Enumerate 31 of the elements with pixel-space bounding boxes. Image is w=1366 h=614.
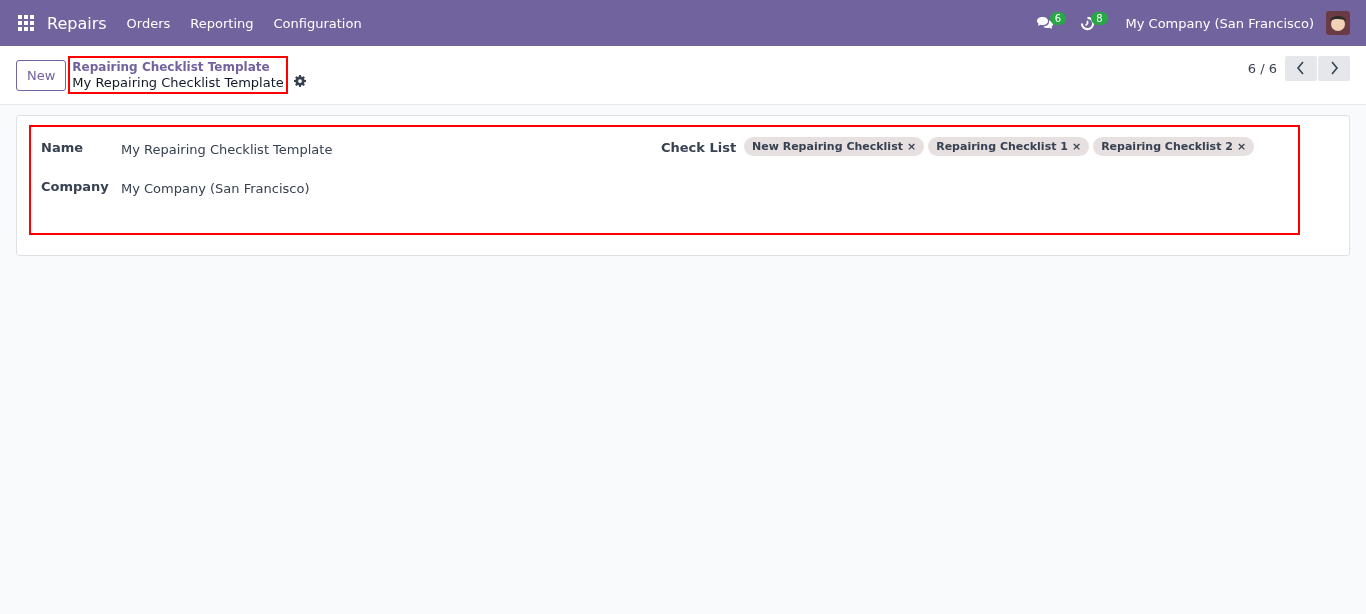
tag-label: New Repairing Checklist [752, 140, 903, 153]
company-switcher[interactable]: My Company (San Francisco) [1125, 15, 1314, 31]
record-title: My Repairing Checklist Template [72, 74, 284, 91]
remove-tag-button[interactable]: × [1236, 140, 1247, 153]
breadcrumb-link[interactable]: Repairing Checklist Template [72, 60, 284, 74]
menu-item[interactable]: Reporting [190, 15, 254, 31]
clock-icon[interactable] [1080, 15, 1096, 31]
tag-label: Repairing Checklist 1 [936, 140, 1068, 153]
remove-tag-button[interactable]: × [906, 140, 917, 153]
pager-value: 6 / 6 [1247, 60, 1277, 76]
menu-item[interactable]: Orders [126, 15, 171, 31]
field-label: Name [41, 139, 84, 155]
settings-icon[interactable] [293, 75, 306, 87]
field-label: Company [41, 178, 110, 194]
app-name-link[interactable]: Repairs [47, 13, 107, 33]
remove-tag-button[interactable]: × [1071, 140, 1082, 153]
activity-count-badge: 8 [1091, 11, 1108, 25]
next-button[interactable] [1318, 55, 1350, 81]
field-label: Check List [661, 139, 738, 155]
chevron-right-icon [1329, 61, 1339, 75]
field-value: My Repairing Checklist Template [121, 141, 333, 157]
menu-item[interactable]: Configuration [273, 15, 362, 31]
app-grid-icon[interactable] [18, 15, 34, 31]
user-avatar[interactable] [1326, 11, 1350, 35]
field-value: My Company (San Francisco) [121, 180, 310, 196]
chat-bubbles-icon[interactable] [1035, 16, 1054, 30]
previous-button[interactable] [1285, 55, 1317, 81]
tag-label: Repairing Checklist 2 [1101, 140, 1233, 153]
new-button[interactable]: New [16, 59, 67, 91]
message-count-badge: 6 [1049, 11, 1067, 25]
chevron-left-icon [1296, 61, 1306, 75]
